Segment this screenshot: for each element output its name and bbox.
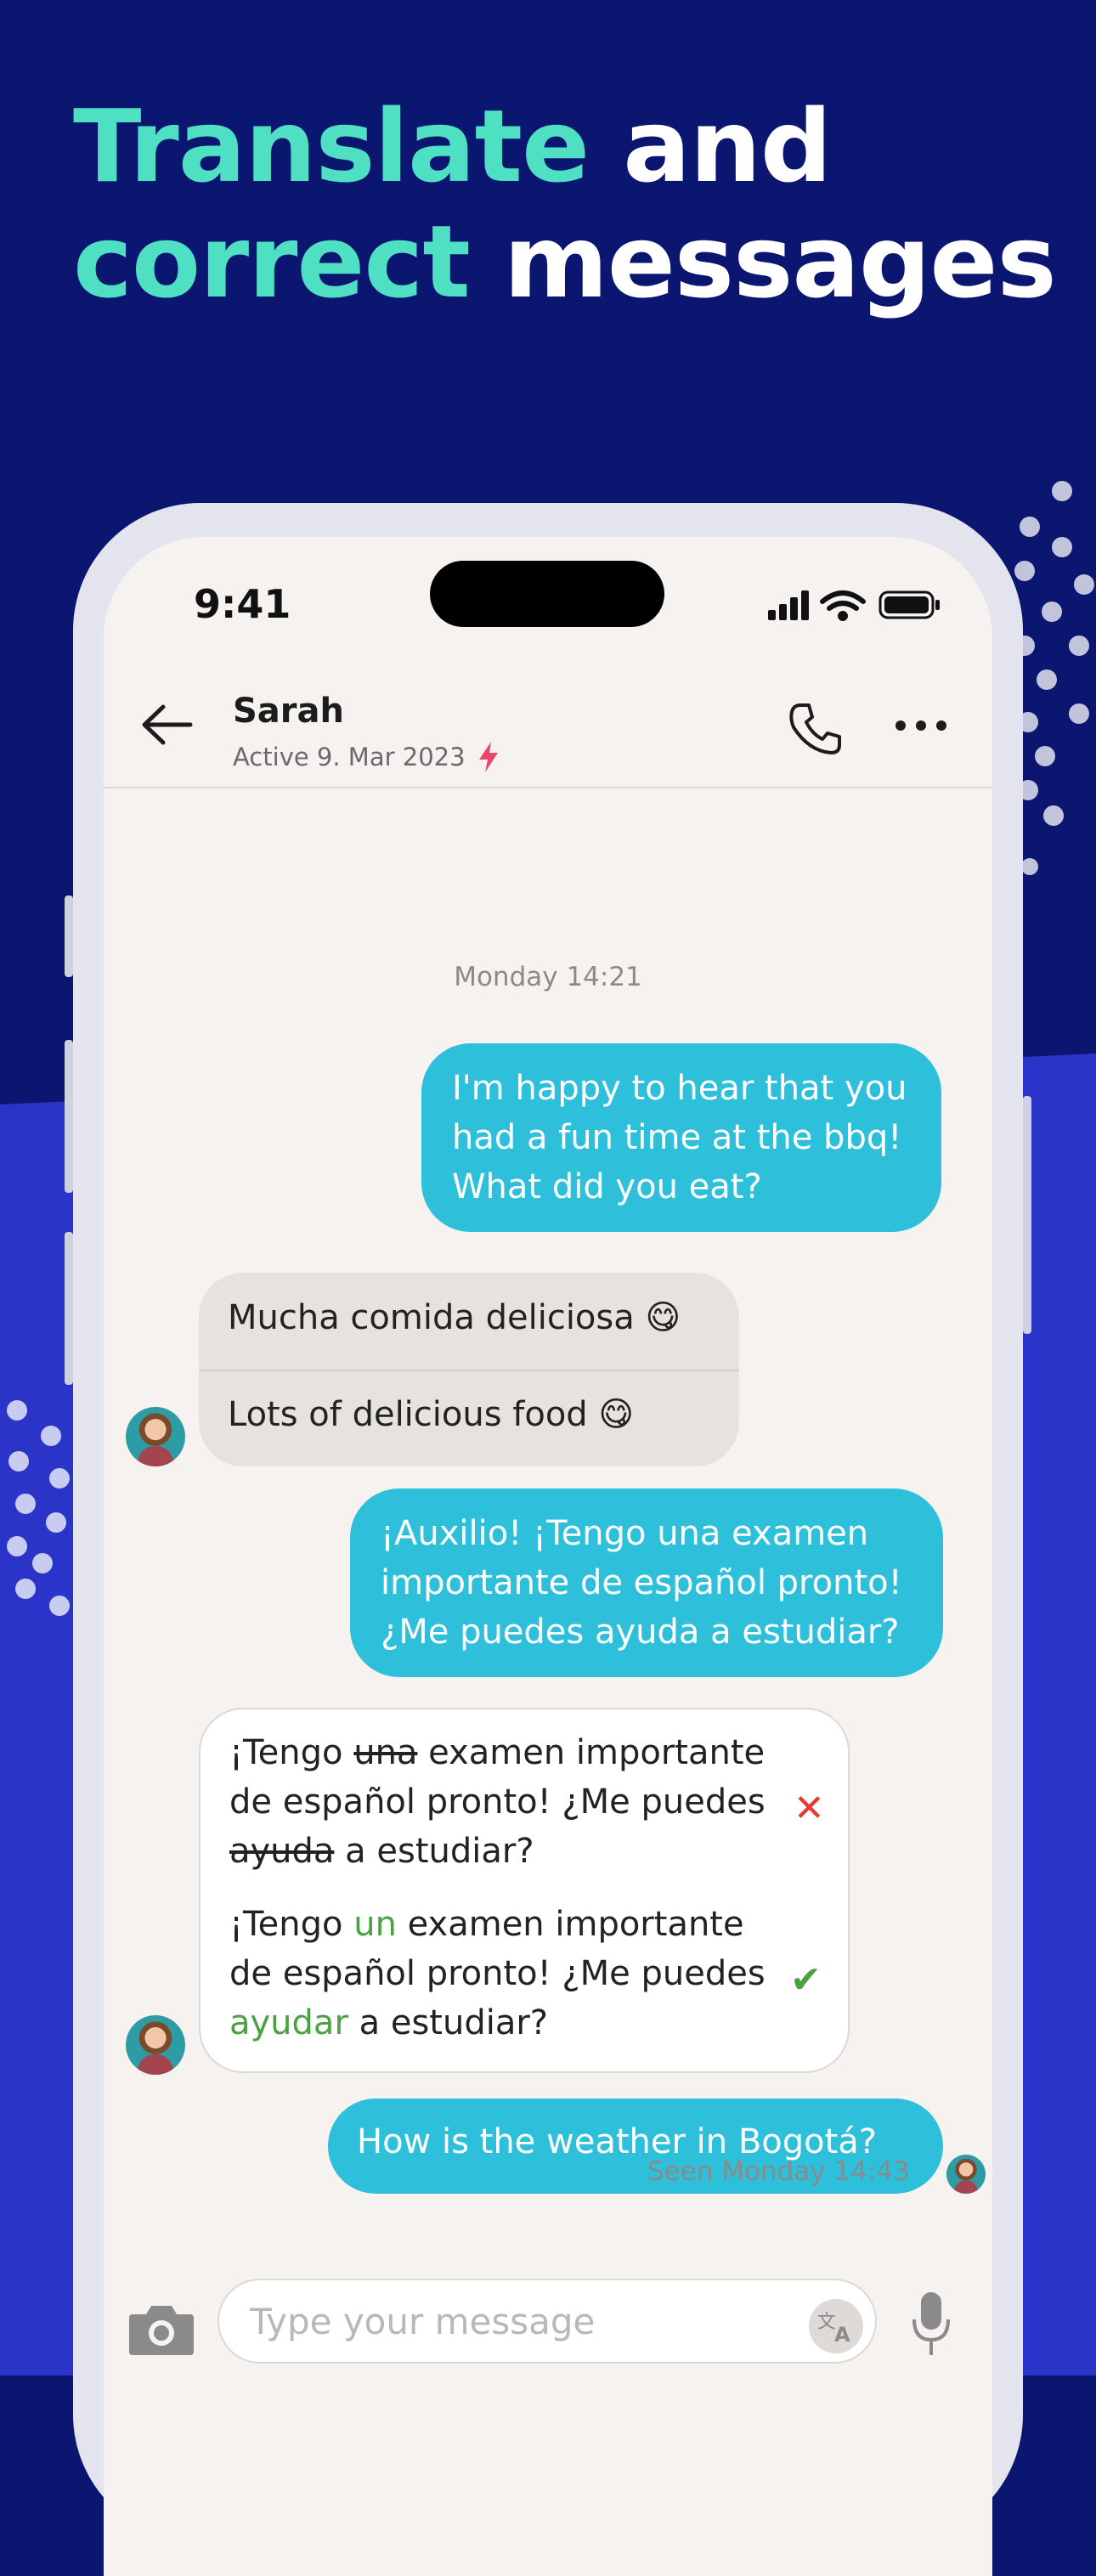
translate-glyph: 文 A [817, 2312, 850, 2347]
battery-icon [878, 590, 940, 619]
signal-icon [768, 590, 809, 620]
phone-side-button [65, 895, 73, 977]
phone-screen: 9:41 Sarah Active 9. Mar 2023 Monday 14:… [104, 537, 992, 2576]
wrong-mark-icon: ✕ [794, 1787, 825, 1830]
message-line: had a fun time at the bbq! [452, 1118, 902, 1157]
incorrect-line: ayuda a estudiar? [229, 1832, 534, 1871]
svg-text:A: A [834, 2323, 850, 2347]
headline: Translate and correct messages [73, 88, 1057, 320]
svg-text:文: 文 [817, 2312, 836, 2333]
translated-text: Lots of delicious food 😋 [228, 1395, 635, 1434]
message-line: ¿Me puedes ayuda a estudiar? [381, 1613, 900, 1652]
corrected-line: de español pronto! ¿Me puedes [229, 1954, 766, 1993]
day-separator: Monday 14:21 [454, 962, 642, 992]
phone-side-button [65, 1040, 73, 1193]
original-text: Mucha comida deliciosa 😋 [228, 1298, 681, 1337]
headline-accent-1: Translate [73, 88, 590, 205]
translate-icon[interactable]: 文 A [809, 2299, 863, 2353]
headline-line-1: Translate and [73, 88, 1056, 204]
outgoing-message[interactable]: ¡Auxilio! ¡Tengo una examen importante d… [350, 1489, 943, 1677]
corrected-line: ayudar a estudiar? [229, 2003, 549, 2042]
corrected-version: ¡Tengo un examen importante de español p… [229, 1900, 766, 2048]
contact-status: Active 9. Mar 2023 [233, 743, 466, 771]
incorrect-line: de español pronto! ¿Me puedes [229, 1782, 766, 1822]
read-receipt-avatar [946, 2155, 986, 2194]
status-time: 9:41 [194, 581, 291, 627]
seen-status: Seen Monday 14:43 [647, 2156, 910, 2187]
message-line: ¡Auxilio! ¡Tengo una examen [381, 1514, 869, 1553]
camera-icon[interactable] [127, 2302, 195, 2357]
message-line: What did you eat? [452, 1167, 762, 1206]
chat-header: Sarah Active 9. Mar 2023 [104, 664, 992, 788]
avatar[interactable] [126, 1407, 185, 1466]
error-word: ayuda [229, 1832, 335, 1871]
message-input[interactable] [218, 2279, 877, 2364]
correction-message[interactable]: ¡Tengo una examen importante de español … [199, 1708, 850, 2073]
error-word: una [353, 1733, 418, 1772]
incorrect-version: ¡Tengo una examen importante de español … [229, 1728, 766, 1876]
dynamic-island [430, 561, 664, 627]
phone-side-button [1023, 1096, 1031, 1334]
incorrect-line: ¡Tengo una examen importante [229, 1733, 766, 1772]
microphone-icon[interactable] [911, 2291, 952, 2359]
corrected-word: ayudar [229, 2003, 348, 2042]
more-icon[interactable] [894, 715, 948, 736]
headline-accent-2: correct [73, 203, 471, 320]
outgoing-message[interactable]: I'm happy to hear that you had a fun tim… [421, 1043, 941, 1232]
check-mark-icon: ✔ [790, 1958, 822, 2002]
message-line: I'm happy to hear that you [452, 1069, 907, 1108]
phone-side-button [65, 1232, 73, 1385]
phone-icon[interactable] [788, 702, 843, 756]
headline-rest-1: and [589, 88, 832, 205]
incoming-translated-message[interactable]: Mucha comida deliciosa 😋 Lots of delicio… [199, 1273, 739, 1466]
avatar[interactable] [126, 2015, 185, 2075]
bolt-icon [479, 742, 498, 772]
status-icons [768, 590, 940, 621]
back-arrow-icon[interactable] [141, 703, 194, 746]
wifi-icon [820, 590, 866, 621]
headline-rest-2: messages [469, 203, 1057, 320]
composer: 文 A [104, 2279, 992, 2381]
corrected-word: un [353, 1905, 397, 1944]
headline-line-2: correct messages [73, 203, 1057, 320]
contact-name[interactable]: Sarah [233, 692, 344, 731]
translation-divider [199, 1370, 739, 1371]
corrected-line: ¡Tengo un examen importante [229, 1905, 744, 1944]
message-line: importante de español pronto! [381, 1563, 902, 1602]
